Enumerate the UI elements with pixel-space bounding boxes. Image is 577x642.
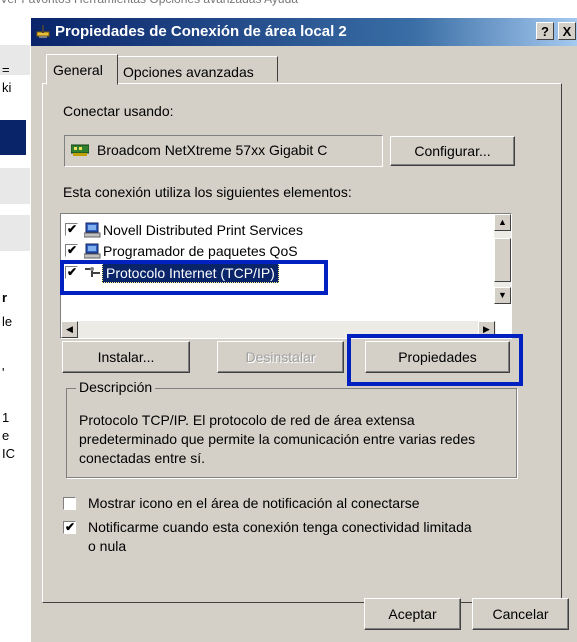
- network-service-icon: [83, 242, 102, 260]
- component-name: Novell Distributed Print Services: [103, 222, 303, 238]
- component-checkbox[interactable]: ✔: [65, 244, 78, 257]
- adapter-name: Broadcom NetXtreme 57xx Gigabit C: [97, 142, 328, 158]
- cancel-button[interactable]: Cancelar: [472, 598, 569, 630]
- background-letter: ': [2, 365, 5, 380]
- install-button[interactable]: Instalar...: [62, 341, 190, 373]
- show-icon-checkbox[interactable]: [63, 497, 76, 510]
- vertical-scrollbar[interactable]: ▲ ▼: [494, 214, 511, 304]
- configure-button[interactable]: Configurar...: [390, 136, 515, 166]
- background-letter: ki: [2, 80, 12, 95]
- notify-label-line1: Notificarme cuando esta conexión tenga c…: [88, 519, 472, 535]
- tab-advanced-options[interactable]: Opciones avanzadas: [116, 56, 278, 82]
- tab-general-label: General: [53, 62, 103, 78]
- scroll-thumb[interactable]: [494, 238, 511, 282]
- notify-label-line2: o nula: [88, 538, 127, 554]
- close-button[interactable]: X: [558, 22, 576, 40]
- tab-advanced-options-label: Opciones avanzadas: [123, 64, 254, 80]
- dialog-titlebar[interactable]: Propiedades de Conexión de área local 2 …: [31, 18, 577, 46]
- background-strip: [0, 168, 30, 204]
- background-letter: r: [2, 290, 8, 305]
- background-strip: [0, 215, 30, 251]
- background-menu-bar: Ver Favoritos Herramientas Opciones avan…: [0, 0, 577, 8]
- show-icon-label: Mostrar icono en el área de notificación…: [88, 495, 420, 511]
- dialog-title: Propiedades de Conexión de área local 2: [55, 23, 347, 40]
- annotation-highlight-properties: [347, 334, 523, 386]
- component-checkbox[interactable]: ✔: [65, 223, 78, 236]
- scroll-up-button[interactable]: ▲: [494, 214, 511, 231]
- description-legend: Descripción: [76, 379, 156, 395]
- adapter-box: Broadcom NetXtreme 57xx Gigabit C: [64, 135, 383, 167]
- background-letter: le: [2, 314, 13, 329]
- uninstall-button[interactable]: Desinstalar: [217, 341, 344, 373]
- description-text: Protocolo TCP/IP. El protocolo de red de…: [79, 412, 476, 466]
- network-service-icon: [83, 221, 102, 239]
- network-connection-icon: [35, 23, 51, 39]
- background-letter: IC: [2, 446, 15, 461]
- background-letter: e: [2, 428, 10, 443]
- tab-general[interactable]: General: [46, 54, 118, 85]
- background-letter: 1: [2, 410, 10, 425]
- annotation-highlight-tcpip: [60, 260, 328, 295]
- scroll-left-button[interactable]: ◀: [61, 321, 78, 338]
- connect-using-label: Conectar usando:: [63, 103, 174, 119]
- background-blue-block: [0, 120, 26, 155]
- background-letter: =: [2, 62, 10, 77]
- help-button[interactable]: ?: [536, 22, 554, 40]
- notify-checkbox[interactable]: ✔: [63, 521, 76, 534]
- accept-button[interactable]: Aceptar: [364, 598, 461, 630]
- component-name: Programador de paquetes QoS: [103, 243, 298, 259]
- network-adapter-icon: [70, 143, 90, 157]
- scroll-down-button[interactable]: ▼: [494, 287, 511, 304]
- components-label: Esta conexión utiliza los siguientes ele…: [63, 184, 352, 200]
